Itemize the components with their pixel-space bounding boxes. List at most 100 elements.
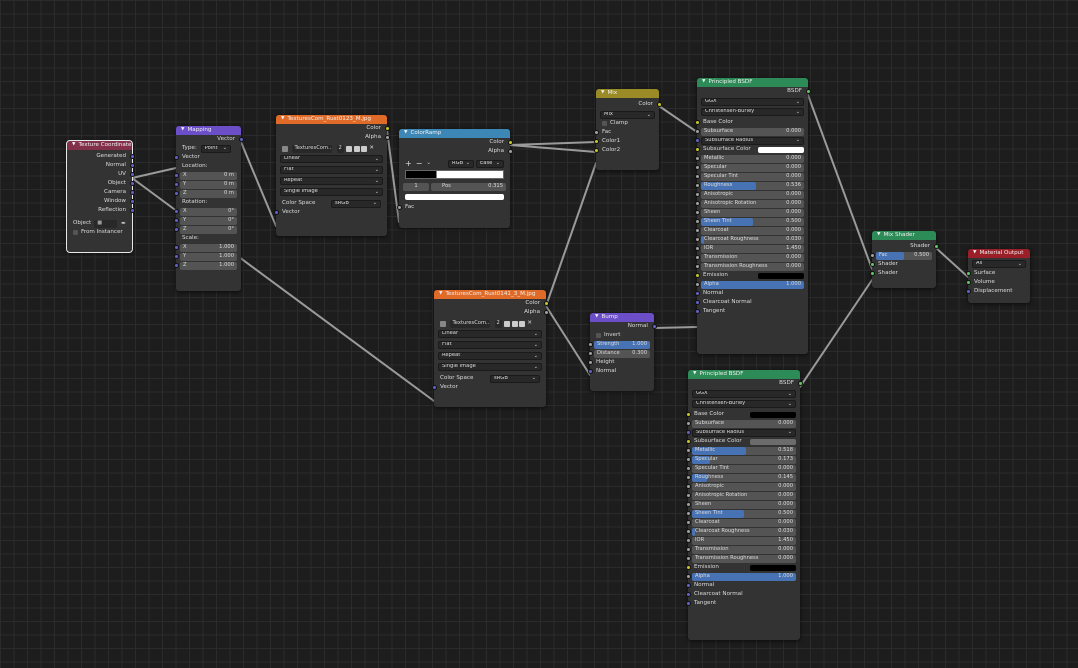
specular-field[interactable]: Specular 0.173: [692, 455, 796, 464]
input-socket[interactable]: [173, 263, 179, 268]
node-header[interactable]: ▼ Principled BSDF: [688, 370, 800, 379]
input-socket[interactable]: [694, 300, 700, 305]
mix-shader-node[interactable]: ▼ Mix Shader Shader Fac 0.500 Shader Shade…: [869, 231, 939, 288]
chevron-down-icon[interactable]: ⌄: [426, 160, 431, 167]
input-socket[interactable]: [694, 183, 700, 188]
input-socket[interactable]: [173, 173, 179, 178]
sheen-field[interactable]: Sheen 0.000: [701, 208, 804, 217]
alpha-field[interactable]: Alpha 1.000: [701, 280, 804, 289]
strength-field[interactable]: Strength 1.000: [594, 340, 650, 349]
input-socket[interactable]: [685, 466, 691, 471]
interpolation-dropdown[interactable]: Linear ⌄: [280, 155, 383, 163]
input-socket[interactable]: [694, 246, 700, 251]
extension-dropdown[interactable]: Repeat ⌄: [438, 352, 542, 360]
bump-node[interactable]: ▼ Bump Normal Invert Strength 1.000 Distan…: [587, 313, 657, 391]
anisotropic-rotation-field[interactable]: Anisotropic Rotation 0.000: [692, 491, 796, 500]
from-instancer-checkbox[interactable]: From Instancer: [67, 228, 132, 237]
input-socket[interactable]: [593, 139, 599, 144]
input-socket[interactable]: [685, 538, 691, 543]
input-socket[interactable]: [685, 439, 691, 444]
users-count[interactable]: 2: [336, 144, 344, 153]
stop-position-field[interactable]: Pos 0.315: [431, 182, 506, 191]
type-dropdown[interactable]: Point ⌄: [200, 144, 231, 153]
input-socket[interactable]: [694, 174, 700, 179]
input-socket[interactable]: [694, 201, 700, 206]
checkbox[interactable]: [602, 121, 607, 126]
clearcoat-roughness-field[interactable]: Clearcoat Roughness 0.030: [701, 235, 804, 244]
input-socket[interactable]: [587, 360, 593, 365]
node-header[interactable]: ▼ Texture Coordinate: [67, 141, 132, 150]
roughness-field[interactable]: Roughness 0.536: [701, 181, 804, 190]
duplicate-icon[interactable]: [353, 145, 360, 152]
subsurface-field[interactable]: Subsurface 0.000: [692, 419, 796, 428]
input-socket[interactable]: [869, 262, 875, 267]
input-socket[interactable]: [587, 351, 593, 356]
sheen-tint-field[interactable]: Sheen Tint 0.500: [701, 217, 804, 226]
fac-field[interactable]: Fac 0.500: [876, 251, 932, 260]
loc-x-field[interactable]: X0 m: [180, 171, 237, 180]
subsurface-method-dropdown[interactable]: Christensen-Burley ⌄: [701, 108, 804, 116]
source-dropdown[interactable]: Single Image ⌄: [438, 363, 542, 371]
rot-x-field[interactable]: X 0°: [180, 207, 237, 216]
distance-field[interactable]: Distance 0.300: [594, 349, 650, 358]
input-socket[interactable]: [685, 601, 691, 606]
clearcoat-roughness-field[interactable]: Clearcoat Roughness 0.030: [692, 527, 796, 536]
output-socket[interactable]: [129, 190, 135, 195]
node-header[interactable]: ▼ Principled BSDF: [697, 78, 808, 87]
node-header[interactable]: ▼ TexturesCom_Rust0141_3_M.jpg: [434, 290, 546, 299]
output-socket[interactable]: [805, 89, 811, 94]
projection-dropdown[interactable]: Flat ⌄: [438, 341, 542, 349]
transmission-roughness-field[interactable]: Transmission Roughness 0.000: [692, 554, 796, 563]
input-socket[interactable]: [685, 484, 691, 489]
ior-field[interactable]: IOR 1.450: [701, 244, 804, 253]
input-socket[interactable]: [685, 574, 691, 579]
fake-user-shield-icon[interactable]: [504, 320, 511, 327]
distribution-dropdown[interactable]: GGX ⌄: [701, 98, 804, 106]
color-ramp-gradient[interactable]: [405, 170, 504, 179]
interpolation-dropdown[interactable]: Ease ⌄: [476, 159, 504, 168]
subsurface-radius-dropdown[interactable]: Subsurface Radius ⌄: [701, 136, 804, 145]
input-socket[interactable]: [685, 583, 691, 588]
add-stop-icon[interactable]: +: [405, 159, 412, 168]
input-socket[interactable]: [593, 130, 599, 135]
roughness-field[interactable]: Roughness 0.145: [692, 473, 796, 482]
rot-z-field[interactable]: Z 0°: [180, 225, 237, 234]
stop-color-swatch[interactable]: [405, 194, 504, 200]
image-texture-node-2[interactable]: ▼ TexturesCom_Rust0141_3_M.jpg Color Alph…: [431, 290, 549, 407]
input-socket[interactable]: [173, 245, 179, 250]
metallic-field[interactable]: Metallic 0.000: [701, 154, 804, 163]
checkbox[interactable]: [596, 333, 601, 338]
input-socket[interactable]: [685, 520, 691, 525]
input-socket[interactable]: [965, 271, 971, 276]
scale-y-field[interactable]: Y 1.000: [180, 252, 237, 261]
input-socket[interactable]: [694, 138, 700, 143]
clamp-checkbox[interactable]: Clamp: [596, 119, 659, 128]
input-socket[interactable]: [685, 430, 691, 435]
output-socket[interactable]: [238, 137, 244, 142]
sheen-field[interactable]: Sheen 0.000: [692, 500, 796, 509]
input-socket[interactable]: [396, 205, 402, 210]
users-count[interactable]: 2: [494, 319, 502, 328]
anisotropic-field[interactable]: Anisotropic 0.000: [692, 482, 796, 491]
specular-tint-field[interactable]: Specular Tint 0.000: [701, 172, 804, 181]
output-socket[interactable]: [129, 154, 135, 159]
output-socket[interactable]: [129, 181, 135, 186]
input-socket[interactable]: [685, 529, 691, 534]
color-swatch[interactable]: [750, 438, 796, 445]
scale-x-field[interactable]: X 1.000: [180, 243, 237, 252]
input-socket[interactable]: [869, 271, 875, 276]
object-field[interactable]: Object ■ ✒: [67, 219, 132, 228]
ior-field[interactable]: IOR 1.450: [692, 536, 796, 545]
input-socket[interactable]: [173, 191, 179, 196]
color-space-dropdown[interactable]: sRGB ⌄: [490, 374, 540, 383]
blend-mode-dropdown[interactable]: Mix ⌄: [600, 111, 655, 119]
source-dropdown[interactable]: Single Image ⌄: [280, 188, 383, 196]
input-socket[interactable]: [694, 120, 700, 125]
input-socket[interactable]: [685, 412, 691, 417]
input-socket[interactable]: [694, 291, 700, 296]
input-socket[interactable]: [685, 493, 691, 498]
node-header[interactable]: ▼ Mix Shader: [872, 231, 936, 240]
folder-icon[interactable]: [519, 320, 526, 327]
extension-dropdown[interactable]: Repeat ⌄: [280, 177, 383, 185]
input-socket[interactable]: [173, 155, 179, 160]
